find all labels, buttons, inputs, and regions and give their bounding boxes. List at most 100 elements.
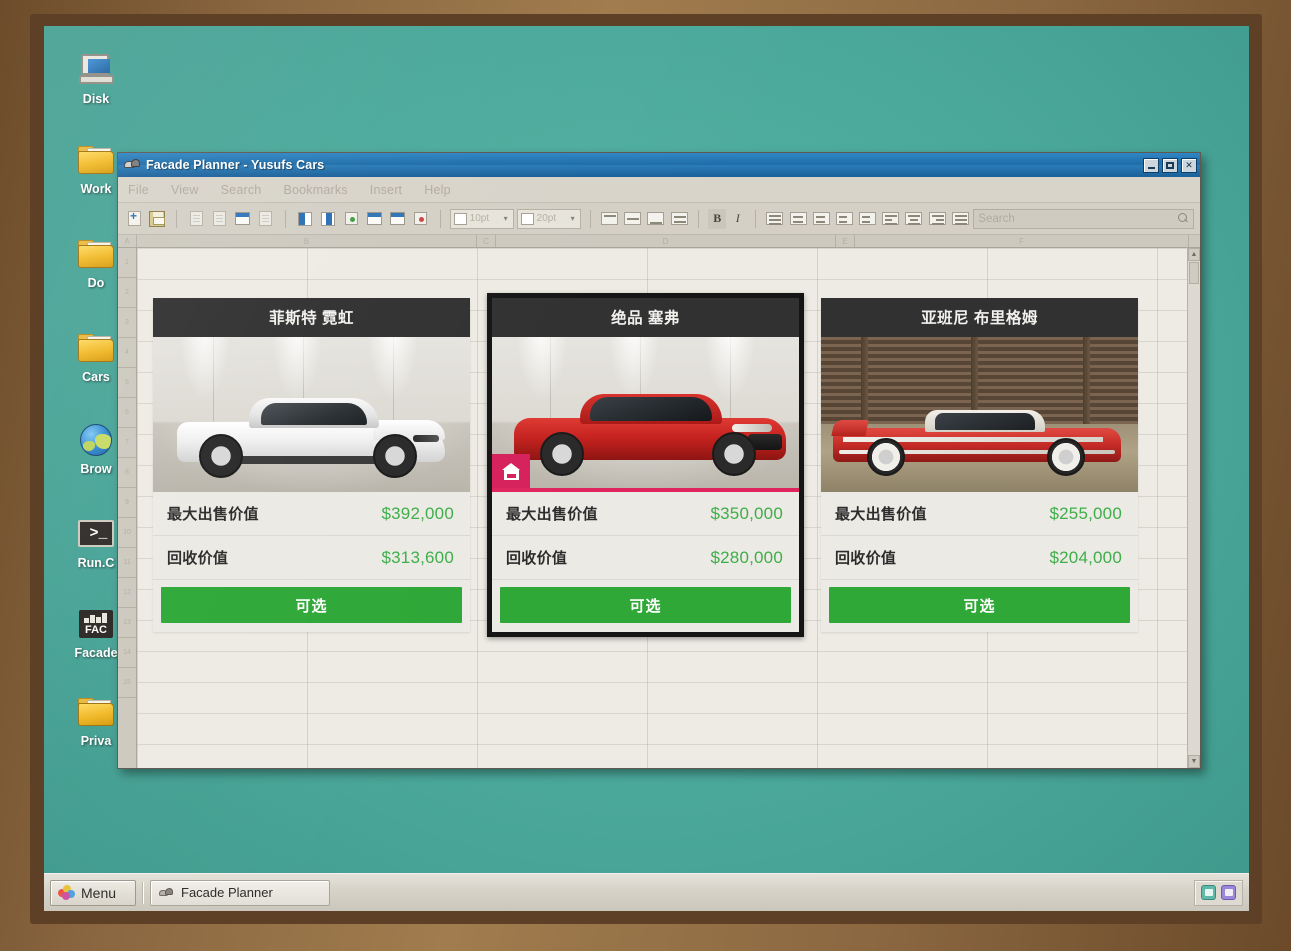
table-button[interactable] [765, 208, 785, 230]
align-middle-button[interactable] [623, 208, 643, 230]
image-button[interactable] [233, 208, 253, 230]
stat-label: 回收价值 [506, 550, 568, 567]
font-size-select[interactable]: 20pt ▾ [516, 208, 581, 229]
close-icon[interactable]: ✕ [1181, 157, 1197, 173]
monitor-bezel: Disk Work Do Cars Brow >_ Run.C FAC Faca… [0, 0, 1291, 951]
align-justify-button[interactable] [950, 208, 970, 230]
align-stretch-button[interactable] [669, 208, 689, 230]
computer-icon [76, 52, 116, 88]
minimize-button[interactable] [1143, 157, 1159, 173]
car-name: 亚班尼 布里格姆 [821, 298, 1138, 337]
select-car-button[interactable]: 可选 [161, 587, 462, 623]
undo-button[interactable] [256, 208, 276, 230]
car-image [821, 337, 1138, 492]
select-car-button[interactable]: 可选 [829, 587, 1130, 623]
add-node-button[interactable] [341, 208, 361, 230]
indent-left-button[interactable] [834, 208, 854, 230]
new-document-button[interactable] [124, 208, 144, 230]
row-header[interactable]: 1 [118, 248, 136, 278]
display-icon[interactable] [1201, 885, 1216, 900]
split-right-button[interactable] [318, 208, 338, 230]
facade-app-icon: FAC [76, 606, 116, 642]
row-header[interactable]: 3 [118, 308, 136, 338]
column-header-a[interactable]: A [118, 235, 137, 247]
save-button[interactable] [147, 208, 167, 230]
align-right-button[interactable] [927, 208, 947, 230]
desktop-icon-disk[interactable]: Disk [58, 52, 134, 106]
paste-button[interactable] [209, 208, 229, 230]
align-top-button[interactable] [600, 208, 620, 230]
indent-right-button[interactable] [858, 208, 878, 230]
row-header[interactable]: 8 [118, 458, 136, 488]
row-header[interactable]: 9 [118, 488, 136, 518]
search-field[interactable] [973, 208, 1195, 229]
menu-file[interactable]: File [128, 183, 149, 197]
column-header-b[interactable]: B [137, 235, 477, 247]
chevron-down-icon[interactable]: ▾ [501, 214, 511, 223]
column-header-c[interactable]: C [477, 235, 496, 247]
align-left-button[interactable] [881, 208, 901, 230]
folder-icon [76, 236, 116, 272]
car-card-selected[interactable]: 绝品 塞弗 最大出售价值 $350,000 回收价值 $280,000 可选 [487, 293, 804, 637]
copy-button[interactable] [186, 208, 206, 230]
chevron-down-icon[interactable]: ▾ [568, 214, 578, 223]
column-header-d[interactable]: D [496, 235, 836, 247]
row-header[interactable]: 13 [118, 608, 136, 638]
car-name: 绝品 塞弗 [492, 298, 799, 337]
italic-button[interactable]: I [729, 209, 745, 229]
car-image [492, 337, 799, 492]
row-header[interactable]: 2 [118, 278, 136, 308]
menu-insert[interactable]: Insert [370, 183, 402, 197]
scrollbar-track[interactable] [1188, 285, 1200, 755]
taskbar-item-facade-planner[interactable]: Facade Planner [150, 879, 330, 906]
menu-help[interactable]: Help [424, 183, 451, 197]
menu-search[interactable]: Search [221, 183, 262, 197]
scroll-down-icon[interactable]: ▼ [1188, 755, 1200, 768]
toolbar-divider [176, 209, 178, 228]
start-menu-button[interactable]: Menu [50, 879, 136, 906]
row-header[interactable]: 12 [118, 578, 136, 608]
row-header[interactable]: 6 [118, 398, 136, 428]
row-header[interactable]: 11 [118, 548, 136, 578]
row-header[interactable]: 10 [118, 518, 136, 548]
size-icon [520, 212, 534, 225]
split-left-button[interactable] [295, 208, 315, 230]
start-menu-label: Menu [81, 884, 117, 901]
car-card[interactable]: 亚班尼 布里格姆 最大出售价值 $255,000 回收价值 $204,000 可… [821, 298, 1138, 632]
column-header-f[interactable]: F [855, 235, 1189, 247]
menu-bookmarks[interactable]: Bookmarks [283, 183, 347, 197]
align-bottom-button[interactable] [646, 208, 666, 230]
add-column-button[interactable] [387, 208, 407, 230]
volume-icon[interactable] [1221, 885, 1236, 900]
list-number-button[interactable] [811, 208, 831, 230]
row-header[interactable]: 4 [118, 338, 136, 368]
stat-label: 回收价值 [835, 550, 897, 567]
vertical-scrollbar[interactable]: ▲ ▼ [1187, 248, 1200, 768]
window-titlebar[interactable]: Facade Planner - Yusufs Cars ✕ [118, 153, 1200, 177]
cars-icon [124, 158, 140, 172]
car-card[interactable]: 菲斯特 霓虹 最大出售价值 $392,000 回收价值 $313,600 可选 [153, 298, 470, 632]
list-bullet-button[interactable] [788, 208, 808, 230]
row-header[interactable]: 14 [118, 638, 136, 668]
select-car-button[interactable]: 可选 [500, 587, 791, 623]
menu-view[interactable]: View [171, 183, 199, 197]
row-header[interactable]: 5 [118, 368, 136, 398]
column-header-e[interactable]: E [836, 235, 855, 247]
scrollbar-thumb[interactable] [1189, 262, 1199, 284]
stat-row: 最大出售价值 $255,000 [821, 492, 1138, 536]
row-header[interactable]: 15 [118, 668, 136, 698]
taskbar-item-label: Facade Planner [181, 885, 273, 900]
maximize-button[interactable] [1162, 157, 1178, 173]
scroll-up-icon[interactable]: ▲ [1188, 248, 1200, 261]
font-family-select[interactable]: 10pt ▾ [449, 208, 514, 229]
stat-row: 最大出售价值 $350,000 [492, 492, 799, 536]
garage-house-icon [492, 454, 530, 488]
search-input[interactable] [978, 212, 1179, 225]
record-button[interactable] [411, 208, 431, 230]
bold-button[interactable]: B [708, 208, 727, 229]
search-icon[interactable] [1178, 213, 1189, 224]
align-center-button[interactable] [904, 208, 924, 230]
grid-canvas[interactable]: 菲斯特 霓虹 最大出售价值 $392,000 回收价值 $313,600 可选 … [137, 248, 1200, 768]
row-header[interactable]: 7 [118, 428, 136, 458]
add-row-button[interactable] [364, 208, 384, 230]
